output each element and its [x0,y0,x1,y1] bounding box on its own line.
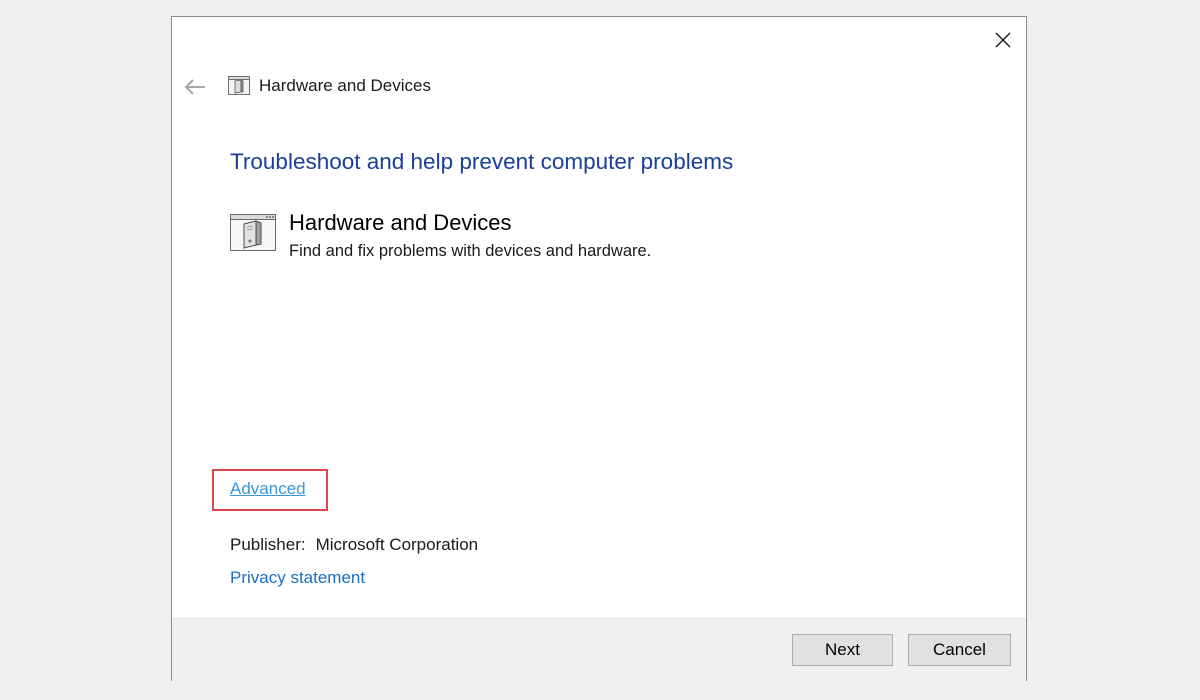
cancel-button[interactable]: Cancel [908,634,1011,666]
dialog-footer: Next Cancel [172,618,1026,681]
hardware-devices-icon [228,76,250,95]
close-button[interactable] [988,27,1018,53]
back-arrow-icon [184,79,205,95]
privacy-statement-link[interactable]: Privacy statement [230,568,365,588]
troubleshooter-title: Hardware and Devices [289,210,512,235]
page-heading: Troubleshoot and help prevent computer p… [230,149,734,174]
navigation-bar: Hardware and Devices [172,73,1026,103]
close-icon [995,32,1011,48]
nav-title: Hardware and Devices [259,76,431,95]
publisher-value: Microsoft Corporation [315,535,479,554]
advanced-link[interactable]: Advanced [230,479,306,499]
troubleshooter-description: Find and fix problems with devices and h… [289,242,652,260]
publisher-label: Publisher: [230,535,306,554]
next-button[interactable]: Next [792,634,893,666]
troubleshooter-dialog: Hardware and Devices Troubleshoot and he… [171,16,1027,681]
back-button[interactable] [182,74,208,100]
hardware-devices-icon [230,214,276,251]
publisher-row: Publisher: Microsoft Corporation [230,535,478,555]
